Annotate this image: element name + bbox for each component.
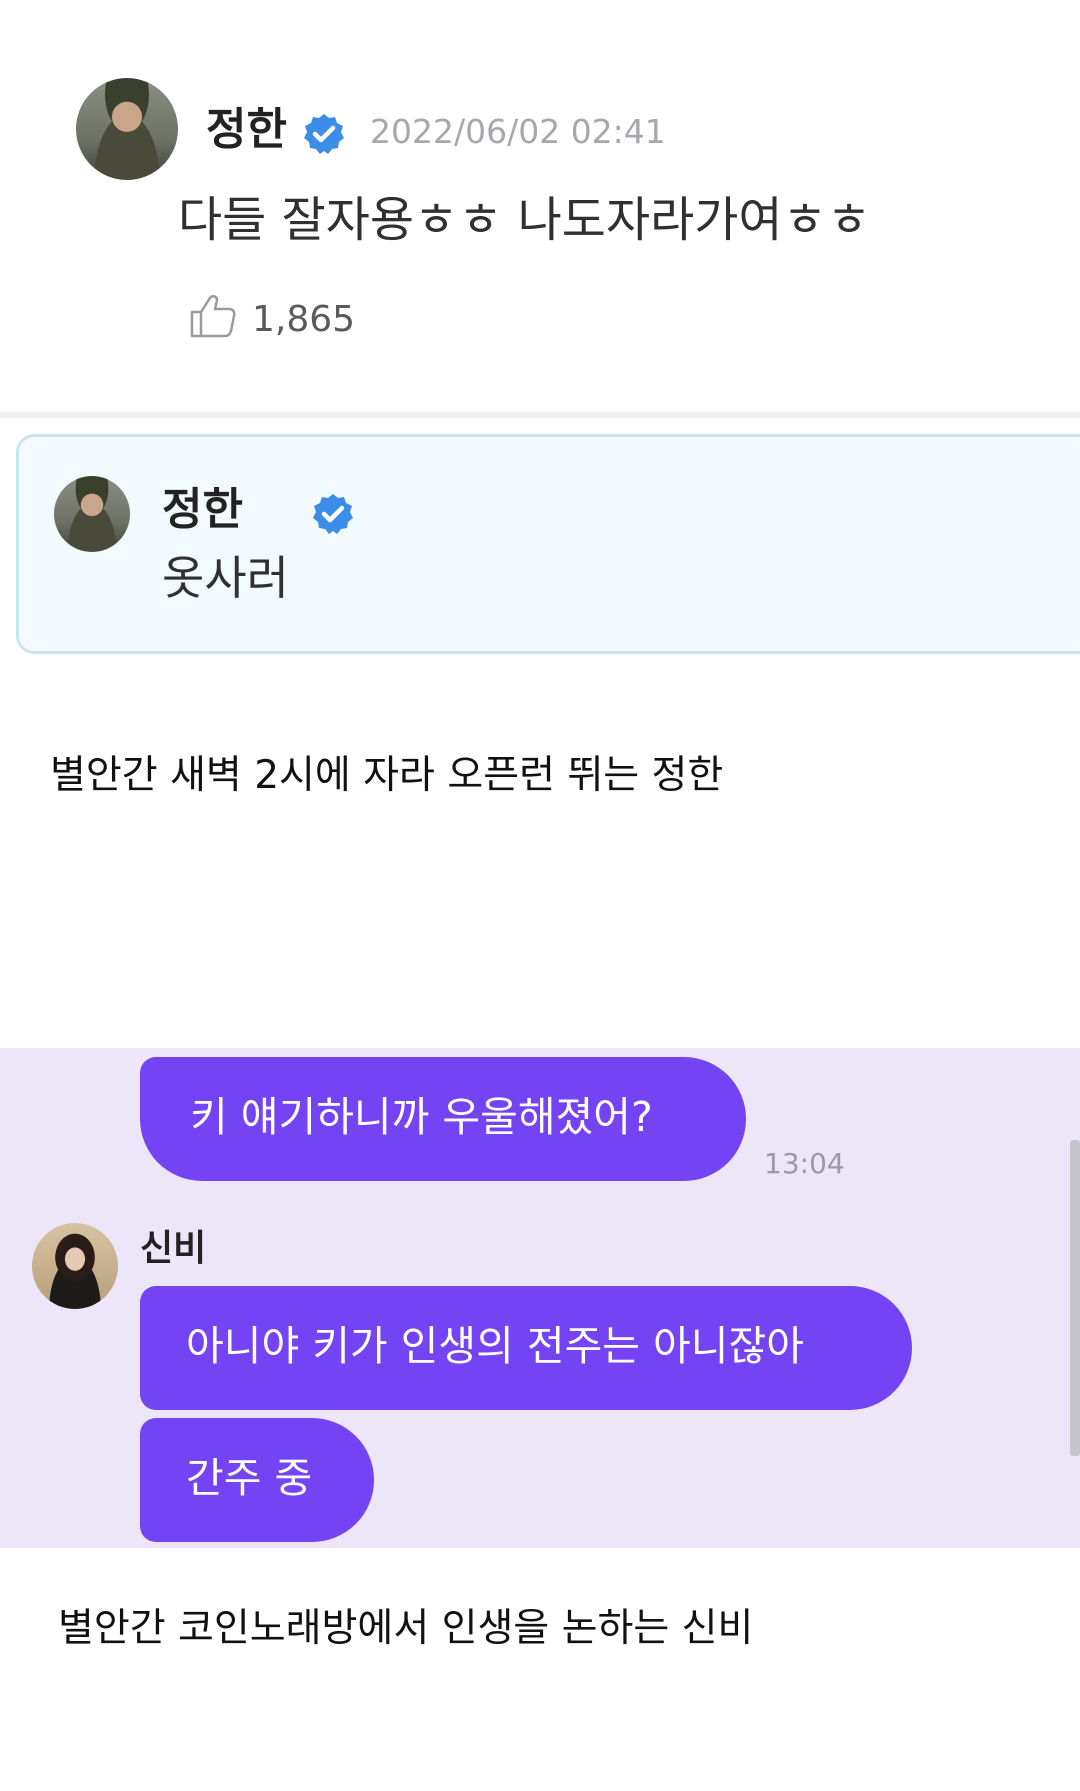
received-message-bubble[interactable]: 간주 중 [140, 1418, 374, 1542]
like-count: 1,865 [252, 299, 356, 340]
caption-bottom: 별안간 코인노래방에서 인생을 논하는 신비 [58, 1606, 754, 1651]
sent-message-bubble[interactable]: 키 얘기하니까 우울해졌어? [140, 1057, 746, 1181]
reply-author-avatar[interactable] [54, 476, 130, 552]
reply-text: 옷사러 [162, 551, 289, 605]
reply-card[interactable] [16, 434, 1080, 654]
post-text: 다들 잘자용ㅎㅎ 나도자라가여ㅎㅎ [178, 192, 871, 248]
received-message-text: 간주 중 [186, 1454, 313, 1502]
post-timestamp: 2022/06/02 02:41 [370, 112, 666, 151]
sender-avatar[interactable] [32, 1223, 118, 1309]
post-divider [0, 412, 1080, 418]
thumbs-up-icon[interactable] [188, 290, 238, 340]
received-message-bubble[interactable]: 아니야 키가 인생의 전주는 아니잖아 [140, 1286, 912, 1410]
post-author-avatar[interactable] [76, 78, 178, 180]
post-author-name[interactable]: 정한 [206, 104, 287, 156]
sent-message-text: 키 얘기하니까 우울해졌어? [190, 1093, 653, 1141]
sender-name: 신비 [140, 1228, 207, 1269]
received-message-text: 아니야 키가 인생의 전주는 아니잖아 [186, 1322, 804, 1370]
verified-badge-icon [311, 492, 355, 536]
reply-author-name[interactable]: 정한 [162, 484, 243, 536]
sent-message-time: 13:04 [764, 1147, 845, 1180]
chat-scrollbar[interactable] [1070, 1140, 1080, 1456]
caption-top: 별안간 새벽 2시에 자라 오픈런 뛰는 정한 [50, 753, 724, 798]
verified-badge-icon [302, 112, 346, 156]
